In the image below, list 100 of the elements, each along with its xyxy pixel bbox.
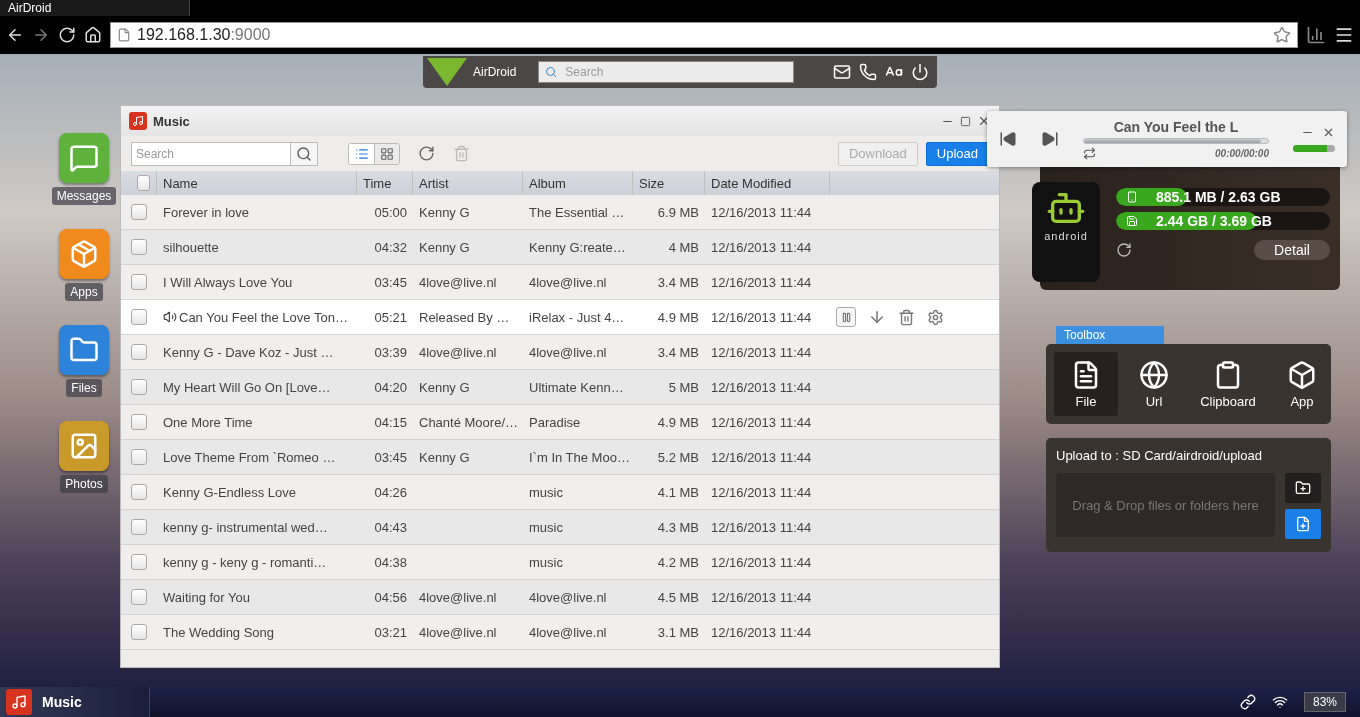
sd-card-icon	[1126, 215, 1138, 227]
track-time: 00:00/00:00	[1215, 147, 1269, 159]
pause-button[interactable]	[836, 307, 856, 327]
trash-icon[interactable]	[898, 308, 915, 326]
window-title: Music	[153, 113, 191, 129]
song-time: 05:00	[374, 204, 407, 220]
box-icon	[1287, 359, 1317, 390]
select-all-checkbox[interactable]	[137, 175, 150, 191]
file-size: 4.3 MB	[657, 519, 699, 535]
song-name: One More Time	[163, 414, 253, 430]
song-artist: 4love@live.nl	[419, 274, 497, 290]
row-checkbox[interactable]	[131, 204, 147, 220]
row-checkbox[interactable]	[131, 519, 147, 535]
row-checkbox[interactable]	[131, 344, 147, 360]
song-name: The Wedding Song	[163, 624, 275, 640]
speaker-icon	[163, 310, 177, 324]
tool-button[interactable]: Url	[1122, 352, 1186, 416]
search-button[interactable]	[290, 141, 318, 166]
row-checkbox[interactable]	[131, 274, 147, 290]
list-icon[interactable]	[349, 143, 374, 164]
add-file-button[interactable]	[1285, 509, 1321, 539]
search-field[interactable]: Search	[131, 141, 290, 166]
forward-icon[interactable]	[32, 26, 50, 44]
song-artist: Chanté Moore/…	[419, 414, 518, 430]
song-album: music	[529, 484, 563, 500]
close-icon[interactable]	[1322, 126, 1335, 139]
song-album: iRelax - Just 4…	[529, 309, 625, 325]
track-title: Can You Feel the L	[1112, 118, 1240, 135]
address-bar[interactable]: 192.168.1.30:9000	[110, 22, 1298, 48]
row-checkbox[interactable]	[131, 449, 147, 465]
photo-icon[interactable]	[59, 421, 109, 471]
bar-chart-icon[interactable]	[1306, 25, 1326, 45]
desktop-icon-label[interactable]: Photos	[60, 475, 108, 493]
date-modified: 12/16/2013 11:44	[711, 344, 812, 360]
reload-icon[interactable]	[58, 26, 76, 44]
song-artist: Released By …	[419, 309, 510, 325]
tool-button[interactable]: File	[1054, 352, 1118, 416]
upload-destination: Upload to : SD Card/airdroid/upload	[1056, 448, 1263, 463]
row-checkbox[interactable]	[131, 414, 147, 430]
desktop-icon-label[interactable]: Apps	[65, 283, 103, 301]
package-icon[interactable]	[59, 229, 109, 279]
folder-icon[interactable]	[59, 325, 109, 375]
file-size: 4.1 MB	[657, 484, 699, 500]
mail-icon[interactable]	[833, 63, 851, 81]
message-bubble-icon[interactable]	[59, 133, 109, 183]
song-album: Paradise	[529, 414, 581, 430]
file-size: 4.5 MB	[657, 589, 699, 605]
search-icon	[545, 66, 558, 78]
download-icon[interactable]	[868, 308, 886, 326]
song-time: 03:45	[374, 449, 407, 465]
date-modified: 12/16/2013 11:44	[711, 589, 812, 605]
detail-button[interactable]: Detail	[1254, 240, 1330, 260]
power-icon[interactable]	[911, 63, 929, 81]
desktop-icon-label[interactable]: Messages	[51, 187, 117, 205]
add-folder-button[interactable]	[1285, 473, 1321, 503]
refresh-icon[interactable]	[1116, 242, 1132, 258]
volume-slider[interactable]	[1293, 145, 1335, 152]
row-checkbox[interactable]	[131, 554, 147, 570]
next-icon[interactable]	[1041, 130, 1059, 148]
browser-tab[interactable]: AirDroid	[0, 0, 190, 16]
date-modified: 12/16/2013 11:44	[711, 379, 812, 395]
song-name: Kenny G - Dave Koz - Just …	[163, 344, 334, 360]
file-size: 3.1 MB	[657, 624, 699, 640]
row-checkbox[interactable]	[131, 624, 147, 640]
phone-icon[interactable]	[859, 63, 877, 81]
song-time: 04:15	[374, 414, 407, 430]
search-icon	[296, 145, 312, 162]
file-size: 5.2 MB	[657, 449, 699, 465]
song-time: 03:39	[374, 344, 407, 360]
song-artist: Kenny G	[419, 204, 470, 220]
song-time: 04:38	[374, 554, 407, 570]
row-checkbox[interactable]	[131, 239, 147, 255]
settings-icon[interactable]	[927, 308, 944, 326]
tool-button[interactable]: App	[1270, 352, 1334, 416]
desktop-icon-label[interactable]: Files	[66, 379, 102, 397]
grid-icon[interactable]	[374, 143, 399, 164]
wifi-icon[interactable]	[1271, 694, 1288, 710]
home-icon[interactable]	[84, 26, 102, 44]
taskbar-app[interactable]: Music	[0, 687, 150, 717]
tool-button[interactable]: Clipboard	[1190, 352, 1266, 416]
battery-level: 83%	[1303, 692, 1346, 712]
toolbox-label: Toolbox	[1056, 326, 1164, 344]
back-icon[interactable]	[6, 26, 24, 44]
song-artist: Kenny G	[419, 379, 470, 395]
song-album: Ultimate Kenn…	[529, 379, 624, 395]
row-checkbox[interactable]	[131, 589, 147, 605]
action-button[interactable]: Upload	[925, 141, 989, 166]
phone-drawing: android	[1032, 182, 1100, 282]
menu-icon[interactable]	[1334, 25, 1354, 45]
date-modified: 12/16/2013 11:44	[711, 519, 812, 535]
repeat-icon[interactable]	[1083, 146, 1096, 160]
row-checkbox[interactable]	[131, 379, 147, 395]
refresh-icon[interactable]	[418, 145, 435, 162]
link-icon[interactable]	[1239, 694, 1256, 710]
song-album: 4love@live.nl	[529, 344, 607, 360]
row-checkbox[interactable]	[131, 484, 147, 500]
row-checkbox[interactable]	[131, 309, 147, 325]
maximize-icon[interactable]	[960, 115, 971, 127]
previous-icon[interactable]	[999, 130, 1017, 148]
song-album: The Essential …	[529, 204, 625, 220]
